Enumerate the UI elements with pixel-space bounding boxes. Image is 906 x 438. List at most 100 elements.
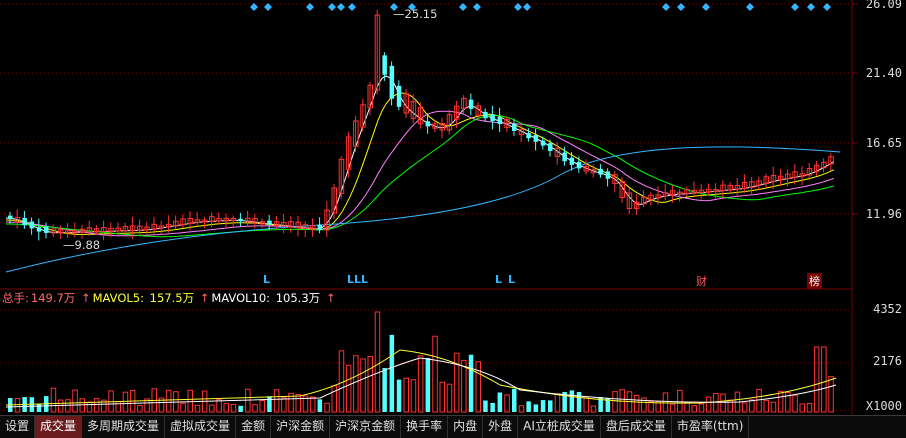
volume-bar-up <box>799 403 805 413</box>
candle-body-down <box>598 168 603 175</box>
candlestick-series[interactable] <box>8 9 834 241</box>
volume-bars[interactable] <box>8 311 834 413</box>
tab-pe-ttm[interactable]: 市盈率(ttm) <box>672 416 750 438</box>
volume-bar-up <box>165 389 172 413</box>
tab-virtual-volume[interactable]: 虚拟成交量 <box>165 416 237 438</box>
volume-bar-up <box>432 335 438 413</box>
volume-bar-down <box>526 401 531 412</box>
volume-bar-up <box>209 404 215 413</box>
high-price-value: 25.15 <box>404 7 438 21</box>
up-arrow-icon: ↑ <box>325 291 336 305</box>
volume-bar-up <box>180 402 186 413</box>
volume-bar-down <box>497 392 503 412</box>
volume-bar-up <box>324 402 330 413</box>
tab-turnover-rate[interactable]: 换手率 <box>401 416 449 438</box>
candle-body-down <box>317 224 323 230</box>
mavol10-value: 105.3万 <box>275 291 321 305</box>
volume-bar-up <box>360 358 366 413</box>
volume-bar-up <box>403 377 409 413</box>
price-axis-label: 11.96 <box>865 207 902 221</box>
tab-inner-volume[interactable]: 内盘 <box>448 416 484 438</box>
leaderboard-badge[interactable]: 榜 <box>807 273 822 289</box>
volume-bar-up <box>713 393 719 413</box>
candle-body-down <box>540 140 546 146</box>
volume-bar-down <box>548 400 553 412</box>
volume-bar-up <box>720 393 726 413</box>
volume-bar-up <box>367 356 373 413</box>
signal-flag-l[interactable]: L <box>495 273 502 286</box>
tab-ai-volume[interactable]: AI立桩成交量 <box>518 416 601 438</box>
volume-bar-down <box>490 402 495 412</box>
ma60-line <box>5 146 841 273</box>
candle-body-down <box>533 135 539 142</box>
candle-body-down <box>238 218 243 222</box>
volume-bar-up <box>461 359 467 413</box>
tab-amount[interactable]: 金额 <box>236 416 272 438</box>
candle-body-down <box>382 55 387 75</box>
volume-bar-up <box>662 392 669 413</box>
tab-shsz-amount[interactable]: 沪深金额 <box>271 416 331 438</box>
low-price-value: 9.88 <box>74 238 101 252</box>
volume-bar-up <box>331 385 337 413</box>
volume-bar-down <box>569 390 575 412</box>
volume-bar-up <box>410 379 417 413</box>
tab-volume[interactable]: 成交量 <box>35 416 83 438</box>
chart-canvas[interactable] <box>0 0 906 437</box>
finance-badge[interactable]: 财 <box>696 273 707 289</box>
up-arrow-icon: ↑ <box>80 291 91 305</box>
total-volume-label: 总手: <box>2 291 29 305</box>
total-volume-value: 149.7万 <box>30 291 76 305</box>
candle-body-down <box>36 227 42 232</box>
volume-bar-up <box>122 391 129 413</box>
candle-body-down <box>562 152 567 162</box>
volume-axis-unit: X1000 <box>865 399 902 413</box>
volume-bar-up <box>792 394 798 413</box>
candle-body-down <box>468 99 474 109</box>
volume-bar-down <box>389 334 395 412</box>
mavol5-value: 157.5万 <box>149 291 195 305</box>
volume-axis-label: 4352 <box>873 302 902 316</box>
volume-bar-up <box>756 388 762 413</box>
volume-bar-down <box>512 388 517 412</box>
candle-body-down <box>44 226 49 233</box>
tab-after-hours-volume[interactable]: 盘后成交量 <box>601 416 672 438</box>
volume-bar-down <box>425 358 431 412</box>
signal-flag-l[interactable]: L <box>263 273 270 286</box>
volume-bar-down <box>533 404 539 412</box>
volume-bar-up <box>612 391 618 413</box>
volume-bar-down <box>483 400 488 412</box>
volume-bar-up <box>338 350 345 413</box>
volume-bar-up <box>698 403 705 413</box>
signal-flag-l[interactable]: L <box>508 273 515 286</box>
price-axis-label: 21.40 <box>865 66 902 80</box>
volume-bar-up <box>475 361 481 413</box>
volume-bar-up <box>677 389 683 413</box>
signal-diamond <box>264 3 272 11</box>
volume-bar-down <box>396 379 402 412</box>
volume-bar-up <box>374 311 381 413</box>
candle-body-down <box>483 111 488 119</box>
volume-bar-up <box>194 404 201 413</box>
mavol10-label: MAVOL10: <box>211 291 271 305</box>
tab-multi-period-volume[interactable]: 多周期成交量 <box>82 416 166 438</box>
volume-bar-down <box>576 391 582 412</box>
candle-body-down <box>490 114 495 122</box>
candle-body-down <box>8 215 13 219</box>
volume-bar-up <box>14 398 21 413</box>
ma5-line <box>5 75 835 234</box>
signal-flag-lll[interactable]: LLL <box>347 273 368 286</box>
candle-body-down <box>526 133 531 139</box>
volume-bar-up <box>669 403 676 413</box>
volume-bar-up <box>554 393 561 413</box>
ma20-line <box>5 110 835 237</box>
volume-bar-up <box>446 383 453 413</box>
tab-shszbj-amount[interactable]: 沪深京金额 <box>330 416 402 438</box>
candle-body-down <box>396 85 402 107</box>
volume-indicator-row: 总手: 149.7万 ↑ MAVOL5: 157.5万 ↑ MAVOL10: 105.… <box>2 290 337 306</box>
volume-bar-up <box>439 381 445 413</box>
tab-settings[interactable]: 设置 <box>0 416 36 438</box>
tab-outer-volume[interactable]: 外盘 <box>483 416 519 438</box>
volume-bar-down <box>468 354 474 412</box>
candle-body-down <box>267 220 272 225</box>
volume-bar-up <box>345 364 352 413</box>
